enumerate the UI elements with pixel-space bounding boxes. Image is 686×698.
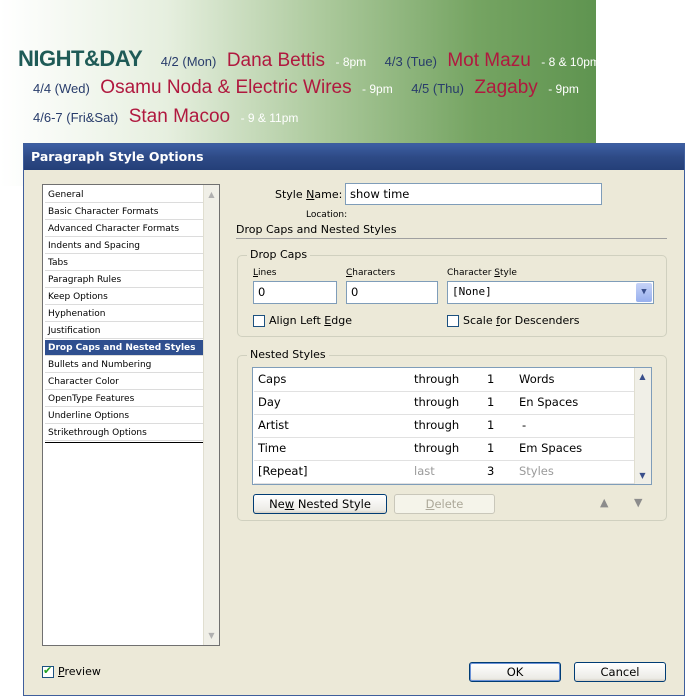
event-artist: Mot Mazu bbox=[447, 50, 531, 71]
event-date: 4/3 (Tue) bbox=[384, 54, 437, 69]
character-style-label: Character Style bbox=[447, 268, 517, 278]
nested-style-name: Caps bbox=[258, 372, 287, 386]
event-time: - 8pm bbox=[335, 55, 367, 69]
nested-styles-legend: Nested Styles bbox=[247, 348, 329, 361]
nested-style-mode: through bbox=[414, 372, 460, 386]
section-title: Drop Caps and Nested Styles bbox=[236, 223, 397, 236]
nested-style-row[interactable]: [Repeat] last 3 Styles bbox=[254, 460, 634, 484]
banner-line-1: NIGHT&DAY 4/2 (Mon) Dana Bettis - 8pm 4/… bbox=[18, 46, 600, 72]
category-item-character-color[interactable]: Character Color bbox=[45, 374, 203, 390]
nested-styles-scrollbar[interactable]: ▲ ▼ bbox=[634, 368, 651, 484]
style-name-input[interactable]: show time bbox=[345, 183, 602, 205]
nested-style-count: 1 bbox=[487, 418, 495, 432]
category-item-keep-options[interactable]: Keep Options bbox=[45, 289, 203, 305]
lines-label: Lines bbox=[253, 268, 277, 278]
event-date: 4/5 (Thu) bbox=[411, 81, 464, 96]
event-time: - 8 & 10pm bbox=[541, 55, 600, 69]
event-date: 4/6-7 (Fri&Sat) bbox=[33, 110, 119, 125]
nested-style-unit: - bbox=[522, 418, 527, 432]
cancel-button[interactable]: Cancel bbox=[574, 662, 666, 682]
nested-style-unit: Styles bbox=[519, 464, 554, 478]
category-item-indents-and-spacing[interactable]: Indents and Spacing bbox=[45, 238, 203, 254]
scroll-down-icon[interactable]: ▼ bbox=[205, 628, 218, 643]
banner-line-2: 4/4 (Wed) Osamu Noda & Electric Wires - … bbox=[33, 77, 579, 99]
nested-styles-table[interactable]: Caps through 1 Words Day through 1 En Sp… bbox=[252, 367, 652, 485]
style-name-label: Style Name: bbox=[275, 188, 343, 201]
nested-style-mode: through bbox=[414, 395, 460, 409]
nested-style-mode: last bbox=[414, 464, 435, 478]
nested-style-name: Time bbox=[258, 441, 287, 455]
nested-style-row[interactable]: Artist through 1 - bbox=[254, 414, 634, 438]
category-item-underline-options[interactable]: Underline Options bbox=[45, 408, 203, 424]
chevron-down-icon[interactable]: ▼ bbox=[636, 283, 652, 302]
nested-style-name: Day bbox=[258, 395, 281, 409]
drop-caps-legend: Drop Caps bbox=[247, 248, 311, 261]
category-item-tabs[interactable]: Tabs bbox=[45, 255, 203, 271]
category-item-opentype-features[interactable]: OpenType Features bbox=[45, 391, 203, 407]
nested-style-count: 3 bbox=[487, 464, 495, 478]
dialog-titlebar[interactable]: Paragraph Style Options bbox=[24, 144, 684, 170]
nested-style-row[interactable]: Day through 1 En Spaces bbox=[254, 391, 634, 415]
character-style-select[interactable]: [None] ▼ bbox=[447, 281, 654, 304]
nested-style-row[interactable]: Caps through 1 Words bbox=[254, 368, 634, 392]
character-style-value: [None] bbox=[452, 285, 492, 298]
event-time: - 9pm bbox=[548, 82, 579, 96]
new-nested-style-button[interactable]: New Nested Style bbox=[253, 494, 387, 514]
category-item-hyphenation[interactable]: Hyphenation bbox=[45, 306, 203, 322]
category-item-bullets-and-numbering[interactable]: Bullets and Numbering bbox=[45, 357, 203, 373]
category-item-paragraph-rules[interactable]: Paragraph Rules bbox=[45, 272, 203, 288]
align-left-edge-checkbox[interactable] bbox=[253, 315, 265, 327]
category-item-general[interactable]: General bbox=[45, 187, 203, 203]
category-item-basic-character-formats[interactable]: Basic Character Formats bbox=[45, 204, 203, 220]
delete-nested-style-button[interactable]: Delete bbox=[394, 494, 495, 514]
event-time: - 9pm bbox=[362, 82, 393, 96]
event-date: 4/2 (Mon) bbox=[160, 54, 217, 69]
category-item-justification[interactable]: Justification bbox=[45, 323, 203, 339]
preview-checkbox[interactable] bbox=[42, 664, 54, 678]
move-down-icon[interactable]: ▼ bbox=[634, 496, 642, 509]
characters-label: Characters bbox=[346, 268, 396, 278]
nested-style-unit: En Spaces bbox=[519, 395, 579, 409]
banner-line-3: 4/6-7 (Fri&Sat) Stan Macoo - 9 & 11pm bbox=[33, 106, 298, 128]
banner-title: NIGHT&DAY bbox=[18, 46, 143, 71]
location-label: Location: bbox=[306, 210, 348, 220]
nested-style-mode: through bbox=[414, 441, 460, 455]
move-up-icon[interactable]: ▲ bbox=[600, 496, 608, 509]
category-list-scrollbar[interactable]: ▲ ▼ bbox=[203, 185, 219, 645]
event-date: 4/4 (Wed) bbox=[33, 81, 90, 96]
scroll-down-icon[interactable]: ▼ bbox=[636, 468, 649, 483]
scroll-up-icon[interactable]: ▲ bbox=[205, 187, 218, 202]
scale-for-descenders-checkbox[interactable] bbox=[447, 315, 459, 327]
preview-label: Preview bbox=[58, 665, 101, 678]
category-item-strikethrough-options[interactable]: Strikethrough Options bbox=[45, 425, 203, 441]
dialog-title: Paragraph Style Options bbox=[31, 149, 204, 164]
nested-style-name: Artist bbox=[258, 418, 289, 432]
scale-for-descenders-label: Scale for Descenders bbox=[463, 314, 580, 327]
drop-caps-characters-input[interactable]: 0 bbox=[346, 281, 438, 304]
nested-style-count: 1 bbox=[487, 441, 495, 455]
nested-style-row[interactable]: Time through 1 Em Spaces bbox=[254, 437, 634, 461]
event-artist: Osamu Noda & Electric Wires bbox=[100, 77, 352, 98]
event-time: - 9 & 11pm bbox=[240, 111, 299, 125]
nested-style-unit: Words bbox=[519, 372, 555, 386]
nested-style-unit: Em Spaces bbox=[519, 441, 583, 455]
category-item-advanced-character-formats[interactable]: Advanced Character Formats bbox=[45, 221, 203, 237]
nested-style-count: 1 bbox=[487, 395, 495, 409]
list-divider bbox=[45, 442, 205, 443]
nested-style-mode: through bbox=[414, 418, 460, 432]
category-list[interactable]: General Basic Character Formats Advanced… bbox=[42, 184, 220, 646]
event-artist: Stan Macoo bbox=[128, 106, 231, 127]
event-artist: Dana Bettis bbox=[226, 50, 326, 71]
event-artist: Zagaby bbox=[474, 77, 538, 98]
nested-style-name: [Repeat] bbox=[258, 464, 308, 478]
drop-caps-lines-input[interactable]: 0 bbox=[253, 281, 337, 304]
scroll-up-icon[interactable]: ▲ bbox=[636, 369, 649, 384]
section-divider bbox=[236, 238, 667, 239]
paragraph-style-options-dialog: Paragraph Style Options General Basic Ch… bbox=[23, 143, 685, 696]
align-left-edge-label: Align Left Edge bbox=[269, 314, 352, 327]
ok-button[interactable]: OK bbox=[469, 662, 561, 682]
category-item-drop-caps-and-nested-styles[interactable]: Drop Caps and Nested Styles bbox=[45, 340, 203, 356]
nested-style-count: 1 bbox=[487, 372, 495, 386]
